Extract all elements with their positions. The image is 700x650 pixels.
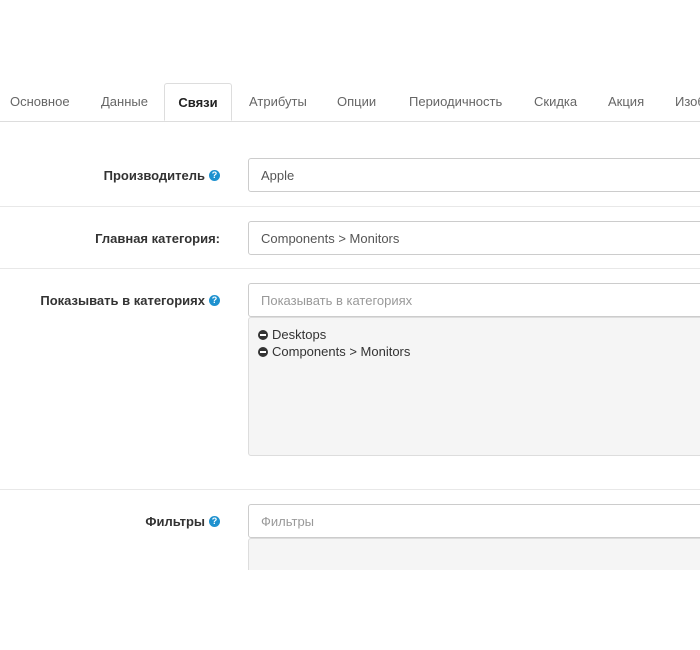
minus-circle-icon[interactable] xyxy=(258,329,268,340)
tab-discount[interactable]: Скидка xyxy=(534,83,577,120)
tab-special[interactable]: Акция xyxy=(608,83,644,120)
main-category-label: Главная категория: xyxy=(95,230,220,246)
list-item: Desktops xyxy=(258,326,700,343)
list-item: Components > Monitors xyxy=(258,343,700,360)
tab-data[interactable]: Данные xyxy=(101,83,148,120)
main-category-input[interactable] xyxy=(248,221,700,255)
categories-label: Показывать в категориях ? xyxy=(40,283,220,317)
help-icon[interactable]: ? xyxy=(209,515,220,527)
tab-attributes[interactable]: Атрибуты xyxy=(249,83,307,120)
filters-label: Фильтры ? xyxy=(145,504,220,538)
tab-images[interactable]: Изображения xyxy=(675,83,700,120)
tab-bar: Основное Данные Связи Атрибуты Опции Пер… xyxy=(0,83,700,122)
tab-general[interactable]: Основное xyxy=(10,83,70,120)
row-divider xyxy=(0,268,700,269)
row-divider xyxy=(0,489,700,490)
product-form-page: Основное Данные Связи Атрибуты Опции Пер… xyxy=(0,0,700,650)
tab-recurring[interactable]: Периодичность xyxy=(409,83,502,120)
help-icon[interactable]: ? xyxy=(209,294,220,306)
row-divider xyxy=(0,206,700,207)
tab-links[interactable]: Связи xyxy=(164,83,232,121)
help-icon[interactable]: ? xyxy=(209,169,220,181)
selected-categories-list: Desktops Components > Monitors xyxy=(248,317,700,456)
categories-autocomplete-input[interactable] xyxy=(248,283,700,317)
tab-options[interactable]: Опции xyxy=(337,83,376,120)
manufacturer-label: Производитель ? xyxy=(104,158,220,192)
selected-filters-list xyxy=(248,538,700,570)
minus-circle-icon[interactable] xyxy=(258,346,268,357)
manufacturer-input[interactable] xyxy=(248,158,700,192)
filters-autocomplete-input[interactable] xyxy=(248,504,700,538)
